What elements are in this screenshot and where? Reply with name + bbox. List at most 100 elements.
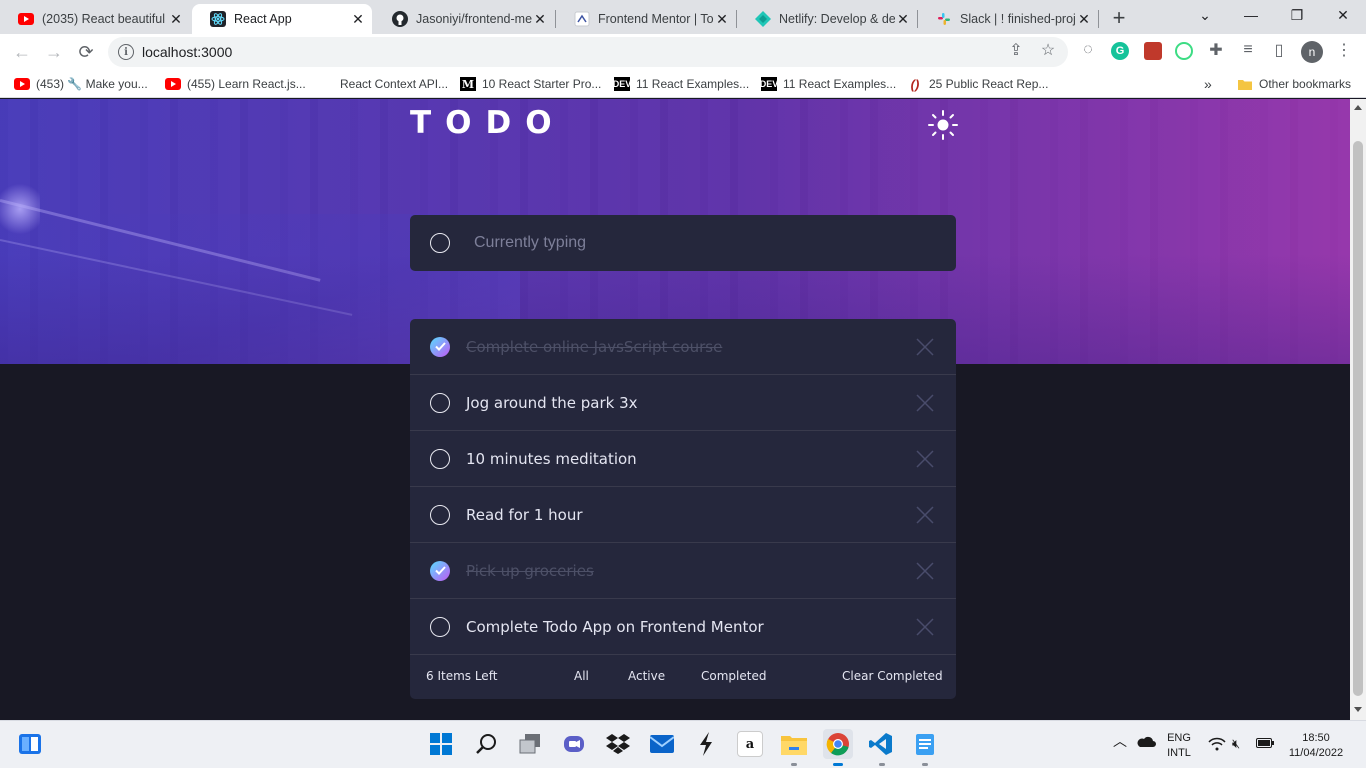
keyboard-layout-label: INTL [1167,747,1191,759]
todo-checkbox[interactable] [430,560,450,581]
new-todo-form [410,215,956,271]
filter-active[interactable]: Active [628,669,665,683]
widgets-icon[interactable] [17,731,43,757]
delete-todo-icon[interactable] [914,504,936,526]
tab-search-chevron-icon[interactable]: ⌄ [1182,0,1228,30]
chrome-icon[interactable] [823,729,853,759]
clear-completed-button[interactable]: Clear Completed [842,669,943,683]
todo-checkbox[interactable] [430,448,450,469]
notepad-icon[interactable] [912,731,938,757]
tab-youtube[interactable]: (2035) React beautiful ✕ [0,4,190,34]
battery-icon[interactable] [1256,738,1274,753]
close-tab-icon[interactable]: ✕ [350,11,366,27]
restore-button[interactable]: ❐ [1274,0,1320,30]
search-icon[interactable] [473,731,499,757]
todo-checkbox[interactable] [430,392,450,413]
page-scrollbar[interactable] [1350,99,1366,720]
dropbox-icon[interactable] [605,731,631,757]
page-viewport: TODO Complete online JavsScript course J… [0,99,1350,720]
delete-todo-icon[interactable] [914,560,936,582]
bookmark-label: React Context API... [340,77,449,91]
sun-icon[interactable] [926,108,960,142]
todo-checkbox[interactable] [430,616,450,637]
teams-chat-icon[interactable] [561,731,587,757]
new-todo-input[interactable] [474,234,914,252]
address-bar[interactable]: i localhost:3000 [108,37,1068,67]
close-window-button[interactable]: ✕ [1320,0,1366,30]
minimize-button[interactable]: — [1228,0,1274,30]
tab-react-app[interactable]: React App ✕ [192,4,372,34]
bookmark-item[interactable]: (455) Learn React.js... [165,76,306,92]
volume-muted-icon[interactable]: 🔇︎ [1232,736,1240,751]
extension-circle-icon[interactable]: ◌ [1078,40,1098,60]
new-todo-check-circle[interactable] [430,233,450,253]
more-bookmarks-chevron[interactable]: » [1204,76,1212,92]
task-view-icon[interactable] [517,731,543,757]
windows-start-icon[interactable] [428,731,454,757]
scroll-down-arrow-icon[interactable] [1354,707,1362,712]
back-button[interactable]: ← [10,40,34,64]
reload-button[interactable]: ⟳ [74,40,98,64]
amazon-icon[interactable]: a [737,731,763,757]
close-tab-icon[interactable]: ✕ [168,11,184,27]
bookmark-label: 25 Public React Rep... [929,77,1049,91]
delete-todo-icon[interactable] [914,616,936,638]
bookmark-item[interactable]: React Context API... [318,76,448,92]
other-bookmarks[interactable]: Other bookmarks [1237,76,1351,92]
forward-button[interactable]: → [42,40,66,64]
tab-netlify[interactable]: Netlify: Develop & dep ✕ [737,4,917,34]
bookmark-item[interactable]: () 25 Public React Rep... [907,76,1049,92]
clock[interactable]: 18:50 11/04/2022 [1284,731,1348,761]
share-icon[interactable]: ⇪ [1006,40,1026,60]
frontend-mentor-icon [574,11,590,27]
grammarly-icon[interactable]: G [1111,42,1129,60]
todo-checkbox[interactable] [430,336,450,357]
profile-avatar[interactable]: n [1301,41,1323,63]
filter-completed[interactable]: Completed [701,669,766,683]
reading-list-icon[interactable]: ≡ [1238,40,1258,60]
check-icon [434,566,446,575]
file-explorer-icon[interactable] [781,731,807,757]
new-tab-button[interactable]: + [1107,5,1131,30]
delete-todo-icon[interactable] [914,392,936,414]
mail-icon[interactable] [649,731,675,757]
menu-kebab-icon[interactable]: ⋮ [1334,40,1354,60]
tab-frontend-mentor[interactable]: Frontend Mentor | Too ✕ [556,4,736,34]
items-left-count: 6 Items Left [426,669,498,683]
scroll-up-arrow-icon[interactable] [1354,105,1362,110]
tab-title: (2035) React beautiful [42,12,165,26]
todo-text: Read for 1 hour [466,505,583,524]
close-tab-icon[interactable]: ✕ [714,11,730,27]
close-tab-icon[interactable]: ✕ [895,11,911,27]
extension-green-ring-icon[interactable] [1175,42,1193,60]
close-tab-icon[interactable]: ✕ [1076,11,1092,27]
todo-item: Complete online JavsScript course [410,319,956,375]
tab-title: React App [234,12,292,26]
tab-slack[interactable]: Slack | ! finished-proje ✕ [918,4,1098,34]
flash-app-icon[interactable] [693,731,719,757]
tab-github[interactable]: Jasoniyi/frontend-men ✕ [374,4,554,34]
site-info-icon[interactable]: i [118,44,134,60]
bookmark-item[interactable]: (453) 🔧 Make you... [14,76,148,92]
extension-red-icon[interactable] [1144,42,1162,60]
chevron-up-icon[interactable]: ︿ [1113,734,1127,749]
puzzle-extensions-icon[interactable]: ✚ [1206,40,1226,60]
delete-todo-icon[interactable] [914,336,936,358]
filter-all[interactable]: All [574,669,589,683]
onedrive-icon[interactable] [1136,735,1156,752]
side-panel-icon[interactable]: ▯ [1269,40,1289,60]
bookmark-star-icon[interactable]: ☆ [1038,40,1058,60]
scrollbar-thumb[interactable] [1353,141,1363,696]
youtube-icon [165,77,181,91]
delete-todo-icon[interactable] [914,448,936,470]
bookmark-item[interactable]: DEV 11 React Examples... [760,76,896,92]
close-tab-icon[interactable]: ✕ [532,11,548,27]
vscode-icon[interactable] [868,731,894,757]
active-indicator [833,763,843,766]
wifi-icon[interactable] [1208,737,1226,756]
github-icon [392,11,408,27]
todo-checkbox[interactable] [430,504,450,525]
bookmark-item[interactable]: M 10 React Starter Pro... [460,76,601,92]
bookmark-item[interactable]: DEV 11 React Examples... [613,76,749,92]
input-language[interactable]: ENG INTL [1164,731,1194,761]
